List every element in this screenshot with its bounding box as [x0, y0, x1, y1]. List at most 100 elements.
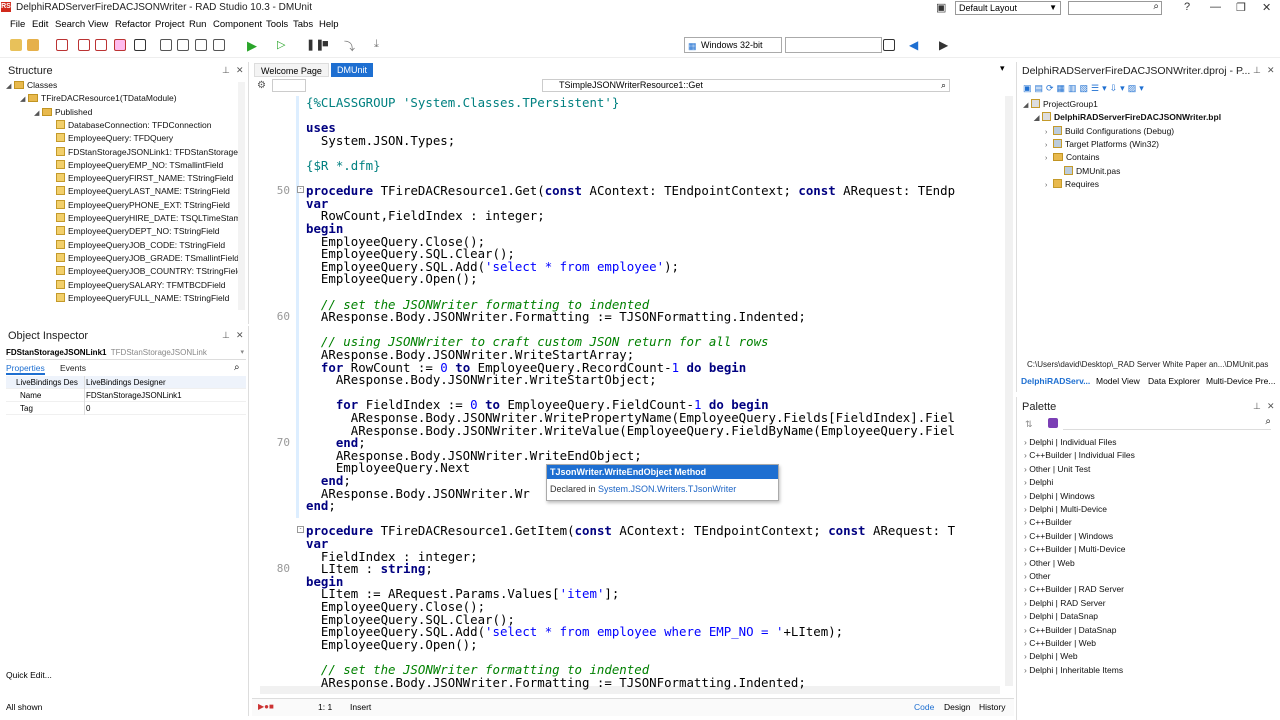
quick-edit-link[interactable]: Quick Edit... — [6, 670, 52, 680]
structure-scrollbar[interactable] — [238, 82, 245, 310]
project-item[interactable]: › Requires — [1045, 178, 1099, 191]
palette-category[interactable]: › C++Builder — [1024, 516, 1072, 529]
project-item[interactable]: DMUnit.pas — [1056, 165, 1120, 178]
structure-item[interactable]: EmployeeQueryJOB_COUNTRY: TStringField — [48, 265, 239, 278]
project-item[interactable]: ◢ ProjectGroup1 — [1023, 98, 1098, 111]
save-as-icon[interactable] — [95, 39, 107, 51]
toggle-form-icon[interactable] — [195, 39, 207, 51]
project-toolbar-icons[interactable]: ▣▤⟳▦▥▧☰▾⇩▾▨▾ — [1023, 83, 1147, 93]
layout-icon[interactable]: ▣ — [936, 1, 946, 14]
structure-item[interactable]: EmployeeQueryFULL_NAME: TStringField — [48, 292, 229, 305]
structure-item[interactable]: EmployeeQueryFIRST_NAME: TStringField — [48, 172, 233, 185]
property-value[interactable]: LiveBindings Designer — [86, 376, 166, 389]
palette-category[interactable]: › C++Builder | Web — [1024, 637, 1096, 650]
palette-category-icon[interactable]: ⇅ — [1025, 419, 1033, 430]
save-all-icon[interactable] — [78, 39, 90, 51]
ide-search-input[interactable]: ⌕ — [1068, 1, 1162, 15]
menu-project[interactable]: Project — [155, 19, 185, 30]
class-combo[interactable] — [272, 79, 306, 92]
structure-item[interactable]: EmployeeQueryEMP_NO: TSmallintField — [48, 159, 223, 172]
structure-item[interactable]: EmployeeQuery: TFDQuery — [48, 132, 173, 145]
project-item[interactable]: › Contains — [1045, 151, 1100, 164]
menu-component[interactable]: Component — [213, 19, 262, 30]
structure-item[interactable]: FDStanStorageJSONLink1: TFDStanStorageJS… — [48, 146, 239, 159]
expand-icon[interactable]: › — [1045, 139, 1053, 152]
expand-icon[interactable]: ◢ — [1034, 112, 1042, 125]
run-without-debug-icon[interactable]: ▷ — [277, 38, 285, 51]
palette-category[interactable]: › Delphi — [1024, 476, 1053, 489]
structure-item[interactable]: EmployeeQueryPHONE_EXT: TStringField — [48, 199, 230, 212]
property-row[interactable]: Tag 0 — [6, 402, 246, 415]
menu-run[interactable]: Run — [189, 19, 206, 30]
forward-icon[interactable]: ▶ — [939, 38, 948, 52]
fold-toggle-icon[interactable]: - — [297, 186, 304, 194]
pin-icon[interactable]: ⊥ — [1253, 401, 1261, 412]
close-panel-icon[interactable]: ✕ — [1267, 65, 1275, 76]
structure-item[interactable]: EmployeeQueryJOB_CODE: TStringField — [48, 239, 225, 252]
method-combo[interactable]: TSimpleJSONWriterResource1::Get ⌕ — [542, 79, 950, 92]
structure-item[interactable]: EmployeeQueryLAST_NAME: TStringField — [48, 185, 230, 198]
property-divider[interactable] — [84, 376, 85, 415]
palette-category[interactable]: › Delphi | Inheritable Items — [1024, 664, 1123, 677]
palette-category[interactable]: › Delphi | RAD Server — [1024, 597, 1106, 610]
project-item[interactable]: ◢ DelphiRADServerFireDACJSONWriter.bpl — [1034, 111, 1221, 124]
tab-dmunit[interactable]: DMUnit — [331, 63, 374, 77]
palette-category[interactable]: › C++Builder | DataSnap — [1024, 624, 1116, 637]
close-panel-icon[interactable]: ✕ — [236, 65, 244, 76]
structure-item[interactable]: EmployeeQueryHIRE_DATE: TSQLTimeStampFie… — [48, 212, 239, 225]
palette-category[interactable]: › Delphi | Multi-Device — [1024, 503, 1107, 516]
record-macro-icon[interactable]: ▶●■ — [258, 702, 274, 711]
menu-view[interactable]: View — [88, 19, 108, 30]
trace-into-icon[interactable]: ⤓ — [374, 38, 379, 51]
menu-file[interactable]: File — [10, 19, 25, 30]
layout-select[interactable]: Default Layout ▼ — [955, 1, 1061, 15]
open-project-icon[interactable] — [160, 39, 172, 51]
tab-design[interactable]: Design — [944, 702, 970, 712]
palette-category[interactable]: › Delphi | Individual Files — [1024, 436, 1116, 449]
structure-item[interactable]: EmployeeQueryJOB_GRADE: TSmallintField — [48, 252, 239, 265]
pin-icon[interactable]: ⊥ — [1253, 65, 1261, 76]
palette-category[interactable]: › Other — [1024, 570, 1050, 583]
menu-edit[interactable]: Edit — [32, 19, 48, 30]
tab-properties[interactable]: Properties — [6, 363, 45, 375]
project-tab[interactable]: DelphiRADServ... — [1021, 376, 1090, 386]
palette-category[interactable]: › Delphi | Windows — [1024, 490, 1095, 503]
menu-tabs[interactable]: Tabs — [293, 19, 313, 30]
close-panel-icon[interactable]: ✕ — [1267, 401, 1275, 412]
back-icon[interactable]: ◀ — [909, 38, 918, 52]
project-item[interactable]: › Build Configurations (Debug) — [1045, 125, 1174, 138]
palette-category[interactable]: › Other | Web — [1024, 557, 1075, 570]
palette-category[interactable]: › C++Builder | RAD Server — [1024, 583, 1124, 596]
device-manager-icon[interactable] — [883, 39, 895, 51]
menu-help[interactable]: Help — [319, 19, 339, 30]
menu-search[interactable]: Search — [55, 19, 85, 30]
property-value[interactable]: 0 — [86, 402, 90, 415]
minimize-button[interactable]: — — [1210, 1, 1221, 13]
structure-item[interactable]: ◢ Classes — [6, 79, 57, 92]
property-row[interactable]: LiveBindings Des LiveBindings Designer — [6, 376, 246, 389]
open-icon[interactable] — [27, 39, 39, 51]
structure-item[interactable]: DatabaseConnection: TFDConnection — [48, 119, 211, 132]
expand-icon[interactable]: ◢ — [20, 93, 28, 106]
expand-icon[interactable]: ◢ — [34, 107, 42, 120]
tab-events[interactable]: Events — [60, 363, 86, 373]
tab-code[interactable]: Code — [914, 702, 934, 712]
object-selector[interactable]: FDStanStorageJSONLink1 TFDStanStorageJSO… — [6, 346, 246, 360]
tab-history[interactable]: History — [979, 702, 1005, 712]
search-icon[interactable]: ⌕ — [234, 362, 240, 373]
save-icon[interactable] — [56, 39, 68, 51]
step-over-icon[interactable]: ⤵ — [344, 38, 355, 54]
pin-icon[interactable]: ⊥ — [222, 330, 230, 341]
structure-item[interactable]: ◢ TFireDACResource1(TDataModule) — [20, 92, 177, 105]
expand-icon[interactable]: › — [1045, 126, 1053, 139]
pin-icon[interactable]: ⊥ — [222, 65, 230, 76]
menu-tools[interactable]: Tools — [266, 19, 288, 30]
project-tab[interactable]: Model View — [1096, 376, 1140, 386]
tab-list-chevron-icon[interactable]: ▾ — [1000, 63, 1005, 74]
editor-tools-icon[interactable]: ⚙ — [257, 80, 266, 91]
maximize-button[interactable]: ❐ — [1236, 1, 1246, 14]
structure-item[interactable]: EmployeeQuerySALARY: TFMTBCDField — [48, 279, 225, 292]
palette-category[interactable]: › Delphi | Web — [1024, 650, 1078, 663]
editor-vscroll[interactable] — [1005, 96, 1013, 686]
remove-icon[interactable] — [114, 39, 126, 51]
